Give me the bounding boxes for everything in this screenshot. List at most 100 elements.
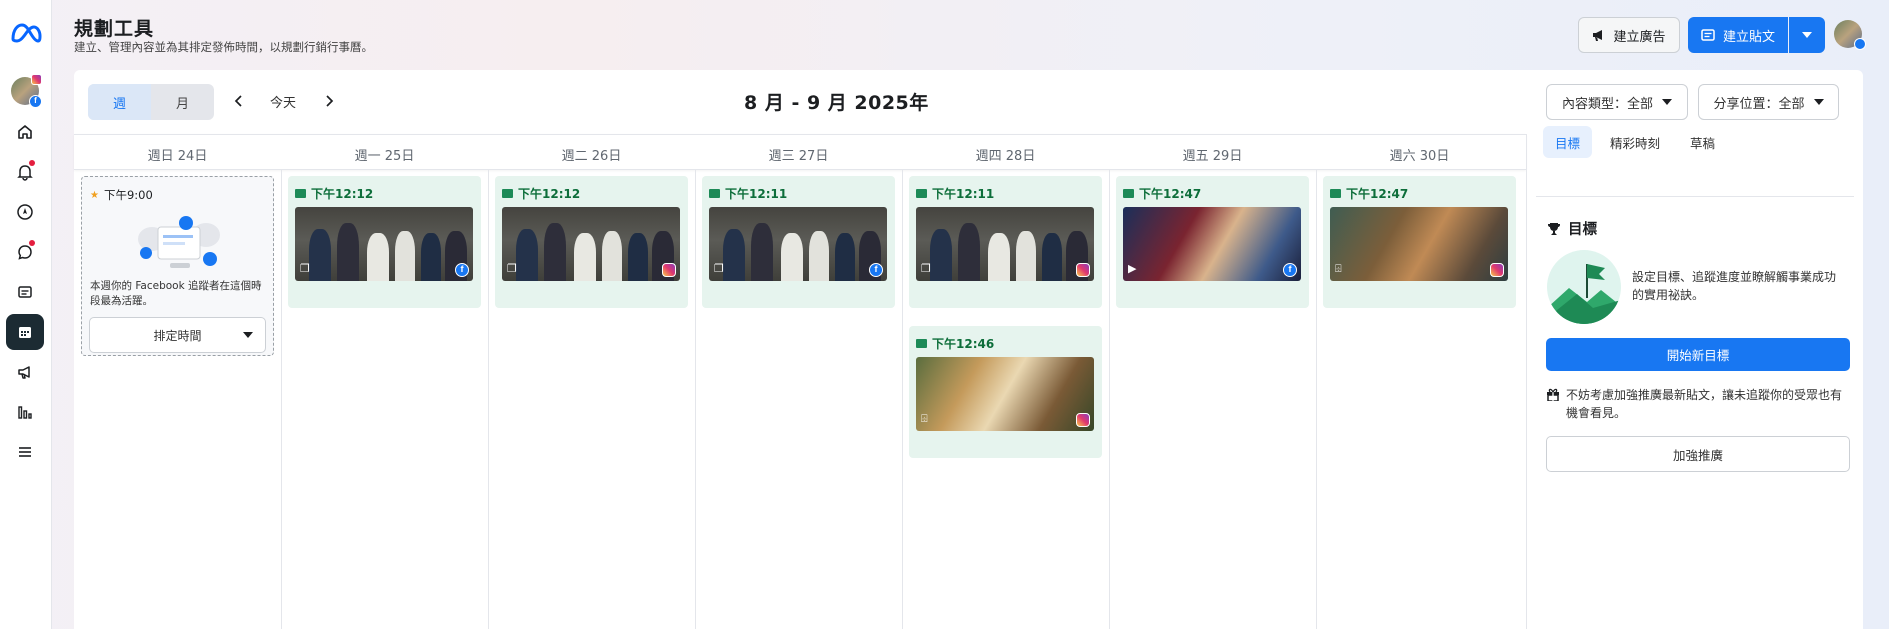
megaphone-icon[interactable] [6,354,44,390]
content-type-filter[interactable]: 內容類型：全部 [1546,84,1688,120]
post-time: 下午12:47 [1123,185,1201,202]
multi-photo-icon: ❐ [507,262,517,275]
content-icon[interactable] [6,274,44,310]
bell-icon[interactable] [6,154,44,190]
view-week-button[interactable]: 週 [88,84,151,120]
boost-tip: 不妨考慮加強推廣最新貼文，讓未追蹤你的受眾也有機會看見。 [1546,386,1852,422]
scheduled-post-card[interactable]: 下午12:12 ❐ f [288,176,481,308]
post-icon [1123,189,1134,198]
instagram-badge-icon [1490,263,1504,277]
create-ad-label: 建立廣告 [1613,29,1666,45]
best-time-label: ★ 下午9:00 [90,187,153,203]
caret-down-icon [1662,99,1672,105]
reel-icon: ⌹ [1335,262,1342,275]
insights-icon[interactable] [6,394,44,430]
day-header: 週五 29日 [1182,149,1243,164]
view-toggle: 週 月 [88,84,214,120]
account-avatar[interactable] [1834,20,1866,50]
date-range-label: 8 月 - 9 月 2025年 [744,92,929,114]
post-thumbnail: ⌹ [1330,207,1508,281]
post-time-label: 下午12:12 [518,187,581,201]
home-icon[interactable] [6,114,44,150]
multi-photo-icon: ❐ [714,262,724,275]
create-post-dropdown-button[interactable] [1789,17,1825,53]
left-nav-rail: f [0,0,52,629]
goal-illustration [1547,250,1621,324]
day-header: 週二 26日 [561,149,622,164]
calendar-icon[interactable] [6,314,44,350]
goal-description: 設定目標、追蹤進度並瞭解觸事業成功的實用祕訣。 [1632,270,1837,302]
menu-icon[interactable] [6,434,44,470]
megaphone-icon [1593,30,1603,41]
scheduled-post-card[interactable]: 下午12:11 ❐ [909,176,1102,308]
create-post-button[interactable]: 建立貼文 [1688,17,1788,53]
page-title: 規劃工具 [74,18,155,40]
best-time-description: 本週你的 Facebook 追蹤者在這個時段最為活躍。 [90,280,262,307]
audience-illustration [138,216,220,268]
post-thumbnail: ❐ [502,207,680,281]
scheduled-post-card[interactable]: 下午12:47 ⌹ [1323,176,1516,308]
content-type-filter-label: 內容類型：全部 [1561,96,1653,112]
caret-down-icon [1802,32,1812,38]
post-icon [295,189,306,198]
post-thumbnail: ⌹ [916,357,1094,431]
chat-icon[interactable] [6,234,44,270]
day-header: 週六 30日 [1389,149,1450,164]
multi-photo-icon: ❐ [300,262,310,275]
video-play-icon: ▶ [1128,262,1137,275]
create-ad-button[interactable]: 建立廣告 [1578,17,1680,53]
facebook-badge-icon: f [869,263,883,277]
chevron-right-icon[interactable] [319,90,341,112]
post-time: 下午12:12 [295,185,373,202]
compass-icon[interactable] [6,194,44,230]
post-time-label: 下午12:11 [932,187,995,201]
post-icon [1701,29,1715,41]
day-header-row: 週日 24日 週一 25日 週二 26日 週三 27日 週四 28日 週五 29… [74,134,1526,170]
tab-goals[interactable]: 目標 [1543,126,1593,158]
post-thumbnail: ❐ [916,207,1094,281]
page-subtitle: 建立、管理內容並為其排定發佈時間，以規劃行銷行事曆。 [74,40,373,54]
create-post-label: 建立貼文 [1722,29,1775,45]
facebook-badge-icon [1854,38,1866,50]
column-divider [695,170,696,629]
schedule-time-label: 排定時間 [153,328,202,343]
scheduled-post-card[interactable]: 下午12:11 ❐ f [702,176,895,308]
facebook-badge-icon: f [1283,263,1297,277]
multi-photo-icon: ❐ [921,262,931,275]
facebook-badge-icon: f [455,263,469,277]
boost-post-button[interactable]: 加強推廣 [1546,436,1850,472]
post-time-label: 下午12:11 [725,187,788,201]
post-time: 下午12:12 [502,185,580,202]
share-location-filter[interactable]: 分享位置：全部 [1698,84,1839,120]
caret-down-icon [1813,99,1824,105]
view-month-button[interactable]: 月 [151,84,214,120]
post-icon [709,189,720,198]
post-time-label: 下午12:47 [1139,187,1202,201]
chevron-left-icon[interactable] [227,90,249,112]
reel-icon: ⌹ [921,412,928,425]
day-header: 週一 25日 [354,149,415,164]
goal-section-title: 目標 [1547,218,1597,239]
best-time-value: 下午9:00 [103,188,153,202]
scheduled-post-card[interactable]: 下午12:46 ⌹ [909,326,1102,458]
share-location-filter-label: 分享位置：全部 [1713,96,1805,112]
day-header: 週日 24日 [147,149,208,164]
post-time-label: 下午12:47 [1346,187,1409,201]
column-divider [488,170,489,629]
sidebar-tabs: 目標 精彩時刻 草稿 [1543,126,1727,160]
post-icon [916,189,927,198]
post-time: 下午12:47 [1330,185,1408,202]
schedule-time-button[interactable]: 排定時間 [89,317,266,353]
scheduled-post-card[interactable]: 下午12:47 ▶ f [1116,176,1309,308]
scheduled-post-card[interactable]: 下午12:12 ❐ [495,176,688,308]
page-avatar[interactable]: f [11,74,42,108]
day-header: 週四 28日 [975,149,1036,164]
start-new-goal-button[interactable]: 開始新目標 [1546,338,1850,371]
tab-highlights[interactable]: 精彩時刻 [1598,126,1672,158]
post-thumbnail: ❐ f [295,207,473,281]
day-header: 週三 27日 [768,149,829,164]
today-button[interactable]: 今天 [270,92,296,111]
tab-drafts[interactable]: 草稿 [1678,126,1727,158]
meta-logo[interactable] [9,20,43,46]
post-icon [1330,189,1341,198]
